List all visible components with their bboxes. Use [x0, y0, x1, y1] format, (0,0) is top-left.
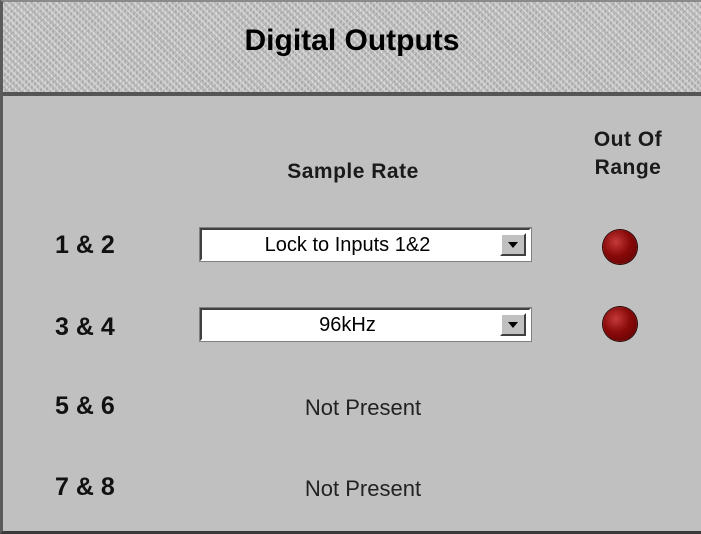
- output-label-1-2: 1 & 2: [55, 231, 115, 259]
- sample-rate-column-header: Sample Rate: [287, 160, 419, 183]
- out-of-range-led-3-4: [603, 307, 637, 341]
- digital-outputs-panel: Digital Outputs Sample Rate Out Of Range…: [0, 0, 701, 534]
- chevron-down-icon[interactable]: [500, 313, 526, 336]
- sample-rate-select-1-2[interactable]: Lock to Inputs 1&2: [200, 228, 531, 261]
- out-of-range-column-header: Out Of Range: [558, 126, 698, 182]
- output-label-3-4: 3 & 4: [55, 313, 115, 341]
- page-title: Digital Outputs: [244, 24, 460, 57]
- output-label-5-6: 5 & 6: [55, 392, 115, 420]
- sample-rate-select-1-2-value: Lock to Inputs 1&2: [264, 234, 431, 256]
- output-label-7-8: 7 & 8: [55, 473, 115, 501]
- panel-header: Digital Outputs: [3, 2, 701, 96]
- chevron-down-icon[interactable]: [500, 233, 526, 256]
- status-text-7-8: Not Present: [304, 476, 422, 501]
- out-of-range-header-line2: Range: [594, 156, 662, 179]
- out-of-range-led-1-2: [603, 230, 637, 264]
- status-text-5-6: Not Present: [304, 395, 422, 420]
- out-of-range-header-line1: Out Of: [593, 128, 663, 151]
- sample-rate-select-3-4[interactable]: 96kHz: [200, 308, 531, 341]
- sample-rate-select-3-4-value: 96kHz: [319, 314, 376, 336]
